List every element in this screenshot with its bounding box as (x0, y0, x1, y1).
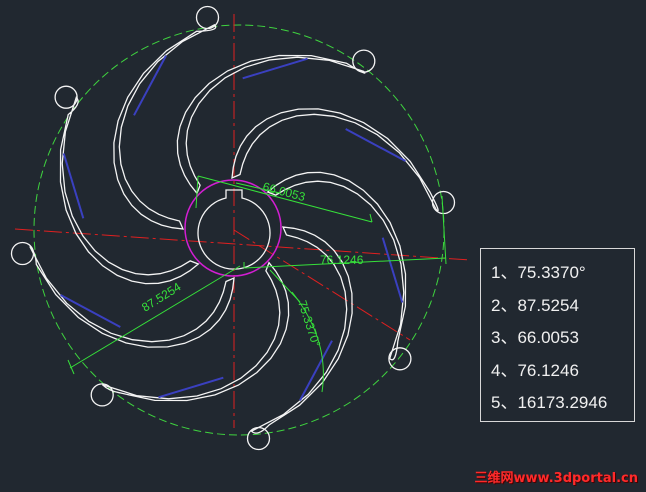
watermark: 三维网www.3dportal.cn (474, 471, 638, 486)
blade-hidden-edge-2 (381, 237, 404, 303)
blade-6 (59, 96, 200, 285)
centerline-diagonal (233, 229, 411, 341)
measurement-results-box: 1、75.3370° 2、87.5254 3、66.0053 4、76.1246… (480, 248, 635, 422)
dimension-76-label: 76.1246 (320, 253, 364, 267)
result-row-1: 1、75.3370° (491, 263, 586, 282)
dimension-87-label: 87.5254 (139, 280, 183, 315)
dimension-66-label: 66.0053 (261, 179, 307, 204)
blade-8 (176, 54, 366, 195)
impeller-blades (10, 5, 456, 451)
blade-tip-lug-2 (388, 347, 412, 371)
result-row-5: 5、16173.2946 (491, 393, 608, 412)
blade-hidden-edge-8 (242, 57, 308, 80)
dimension-87 (67, 265, 241, 375)
blade-tip-lug-8 (352, 49, 376, 73)
dimension-angle-label: 75.3370° (295, 299, 323, 349)
construction-circle (33, 24, 445, 436)
blade-tip-lug-3 (246, 426, 271, 451)
result-row-3: 3、66.0053 (491, 328, 579, 347)
blade-tip-lug-6 (54, 85, 78, 109)
blade-tip-lug-7 (195, 5, 220, 30)
blade-tip-lug-4 (90, 383, 114, 407)
blade-hidden-edge-4 (158, 376, 224, 399)
blade-7 (113, 24, 217, 230)
blade-5 (29, 246, 235, 348)
result-row-2: 2、87.5254 (491, 295, 579, 315)
result-row-4: 4、76.1246 (491, 360, 579, 380)
blade-1 (231, 108, 439, 212)
blade-tip-lug-5 (10, 241, 35, 266)
blade-hidden-edge-6 (62, 153, 85, 219)
